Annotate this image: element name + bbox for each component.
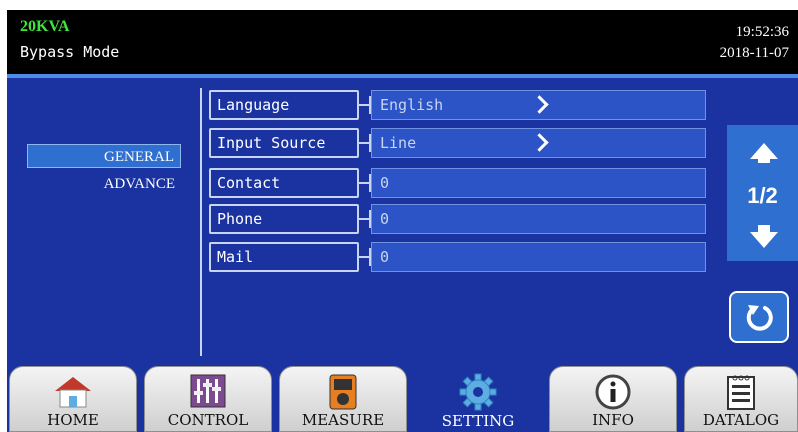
setting-label-input-source: Input Source	[209, 128, 359, 158]
refresh-icon	[746, 305, 773, 331]
tab-setting[interactable]: SETTING	[414, 366, 542, 432]
header-divider	[7, 74, 798, 78]
row-connector	[359, 218, 369, 220]
setting-value-mail[interactable]: 0	[371, 242, 706, 272]
page-indicator: 1/2	[747, 183, 778, 208]
model-label: 20KVA	[20, 18, 70, 35]
tab-home[interactable]: HOME	[9, 366, 137, 432]
chevron-right-icon[interactable]	[529, 90, 551, 120]
menu-divider	[200, 88, 202, 356]
clock-time: 19:52:36	[735, 24, 789, 40]
row-connector	[359, 182, 369, 184]
setting-label-language: Language	[209, 90, 359, 120]
tab-label: HOME	[47, 411, 99, 429]
setting-value-phone[interactable]: 0	[371, 204, 706, 234]
house-icon	[55, 377, 91, 408]
refresh-button[interactable]	[729, 291, 789, 343]
tab-control[interactable]: CONTROL	[144, 366, 272, 432]
row-connector	[359, 256, 369, 258]
clock-date: 2018-11-07	[719, 45, 789, 61]
tab-measure[interactable]: MEASURE	[279, 366, 407, 432]
row-connector	[359, 142, 369, 144]
tab-label: DATALOG	[702, 411, 780, 429]
page-navigator: 1/2	[727, 125, 798, 261]
setting-label-mail: Mail	[209, 242, 359, 272]
tab-label: INFO	[592, 411, 634, 429]
setting-label-contact: Contact	[209, 168, 359, 198]
tab-info[interactable]: INFO	[549, 366, 677, 432]
tab-label: SETTING	[441, 412, 515, 430]
tab-label: CONTROL	[167, 411, 249, 429]
mode-label: Bypass Mode	[20, 43, 120, 61]
setting-label-phone: Phone	[209, 204, 359, 234]
tab-datalog[interactable]: DATALOG	[684, 366, 798, 432]
arrow-up-icon[interactable]	[758, 157, 770, 163]
side-item-advance[interactable]: ADVANCE	[27, 172, 181, 196]
setting-value-contact[interactable]: 0	[371, 168, 706, 198]
clipboard-icon	[727, 375, 755, 410]
gear-icon	[459, 373, 497, 411]
sliders-icon	[190, 374, 226, 408]
ups-screen: 20KVA Bypass Mode 19:52:36 2018-11-07 GE…	[7, 10, 798, 432]
row-connector	[359, 104, 369, 106]
tab-label: MEASURE	[301, 411, 385, 429]
meter-icon	[329, 374, 357, 410]
chevron-right-icon[interactable]	[529, 128, 551, 158]
header-bar: 20KVA Bypass Mode 19:52:36 2018-11-07	[7, 10, 798, 74]
info-icon	[595, 374, 631, 410]
side-item-general[interactable]: GENERAL	[27, 144, 181, 168]
arrow-down-icon[interactable]	[750, 232, 778, 248]
